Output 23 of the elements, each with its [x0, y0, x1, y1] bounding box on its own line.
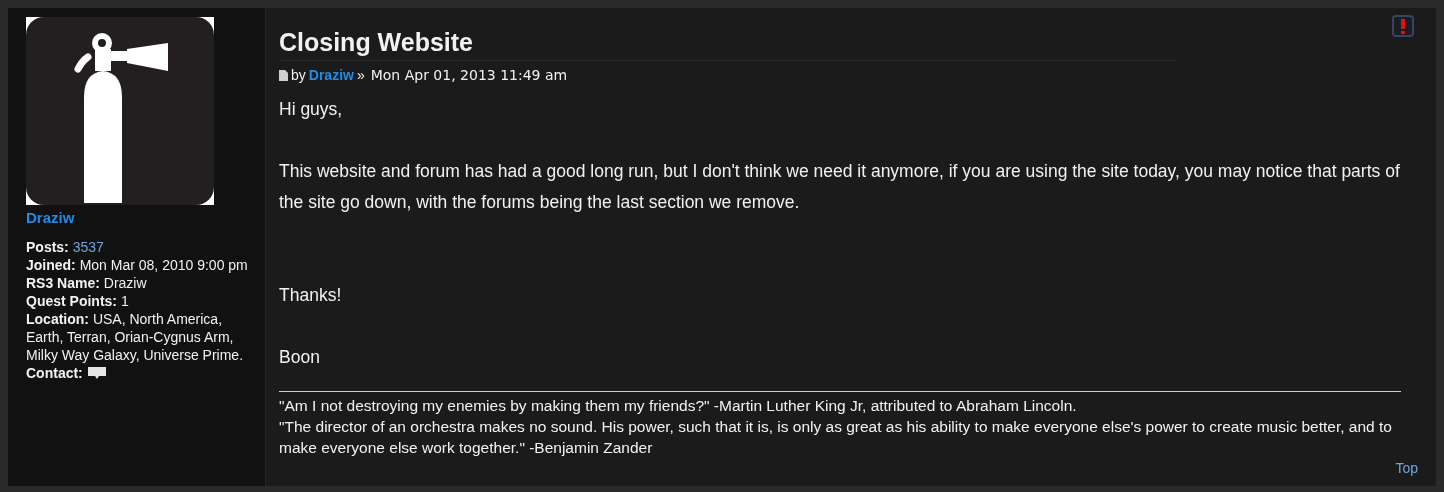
profile-field: Posts: 3537 — [26, 238, 262, 256]
username-link[interactable]: Draziw — [26, 209, 265, 226]
post-paragraph: This website and forum has had a good long run, but I don't think we need it anymore, if you are using the site today, you may notice that parts of the site go down, with the forums being the last section we remove. — [279, 160, 1401, 214]
profile-field: Location: USA, North America, Earth, Terran, Orian-Cygnus Arm, Milky Way Galaxy, Universe Prime. — [26, 310, 262, 364]
chat-bubble-icon[interactable] — [86, 366, 107, 380]
fire-extinguisher-avatar-icon — [26, 17, 214, 205]
contact-label: Contact: — [26, 364, 83, 382]
by-label: by — [291, 67, 306, 83]
document-icon — [279, 69, 288, 81]
post-paragraph: Thanks! — [279, 284, 343, 307]
profile-field: RS3 Name: Draziw — [26, 274, 262, 292]
post-title[interactable]: Closing Website — [279, 20, 1175, 61]
signature-quote: "Am I not destroying my enemies by making them my friends?" -Martin Luther King Jr, attributed to Abraham Lincoln. — [279, 396, 1078, 416]
post-date: Mon Apr 01, 2013 11:49 am — [370, 67, 568, 83]
profile-field: Quest Points: 1 — [26, 292, 262, 310]
profile-field: Joined: Mon Mar 08, 2010 9:00 pm — [26, 256, 262, 274]
author-link[interactable]: Draziw — [308, 67, 354, 83]
signature-quote: "The director of an orchestra makes no sound. His power, such that it is, is only as great as his ability to make everyone else's power to create music better, and to make everyone else work together." -Benjamin Zander — [279, 417, 1393, 458]
report-icon[interactable] — [1392, 15, 1414, 37]
post-paragraph: Boon — [279, 346, 321, 369]
separator-mark: » — [356, 67, 365, 83]
post-paragraph: Hi guys, — [279, 98, 344, 121]
top-link[interactable]: Top — [1395, 460, 1418, 476]
